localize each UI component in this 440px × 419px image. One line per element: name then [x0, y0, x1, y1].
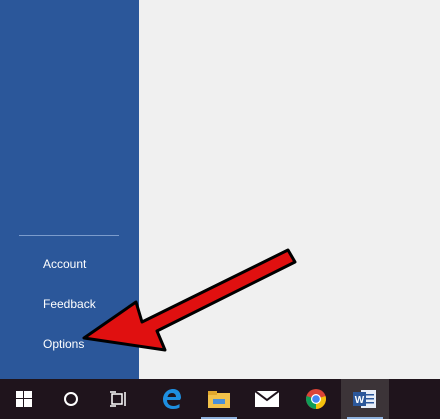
cortana-button[interactable]	[47, 379, 95, 419]
chrome-icon	[306, 389, 326, 409]
task-view-button[interactable]	[95, 379, 143, 419]
svg-text:W: W	[355, 395, 365, 406]
taskbar: W	[0, 379, 440, 419]
mail-button[interactable]	[243, 379, 291, 419]
file-explorer-button[interactable]	[195, 379, 243, 419]
sidebar-item-feedback[interactable]: Feedback	[43, 296, 96, 312]
mail-icon	[255, 391, 279, 407]
word-icon: W	[353, 390, 376, 408]
task-view-icon	[110, 391, 126, 407]
edge-button[interactable]	[148, 379, 196, 419]
cortana-search-icon	[64, 392, 78, 406]
windows-start-icon	[16, 391, 32, 407]
start-button[interactable]	[0, 379, 48, 419]
file-explorer-icon	[208, 391, 230, 408]
sidebar-divider	[19, 235, 119, 236]
backstage-sidebar: Account Feedback Options	[0, 0, 139, 379]
word-button[interactable]: W	[341, 379, 389, 419]
sidebar-item-options[interactable]: Options	[43, 336, 84, 352]
sidebar-item-account[interactable]: Account	[43, 256, 86, 272]
main-content-area	[139, 0, 440, 379]
edge-icon	[163, 389, 181, 409]
chrome-button[interactable]	[292, 379, 340, 419]
